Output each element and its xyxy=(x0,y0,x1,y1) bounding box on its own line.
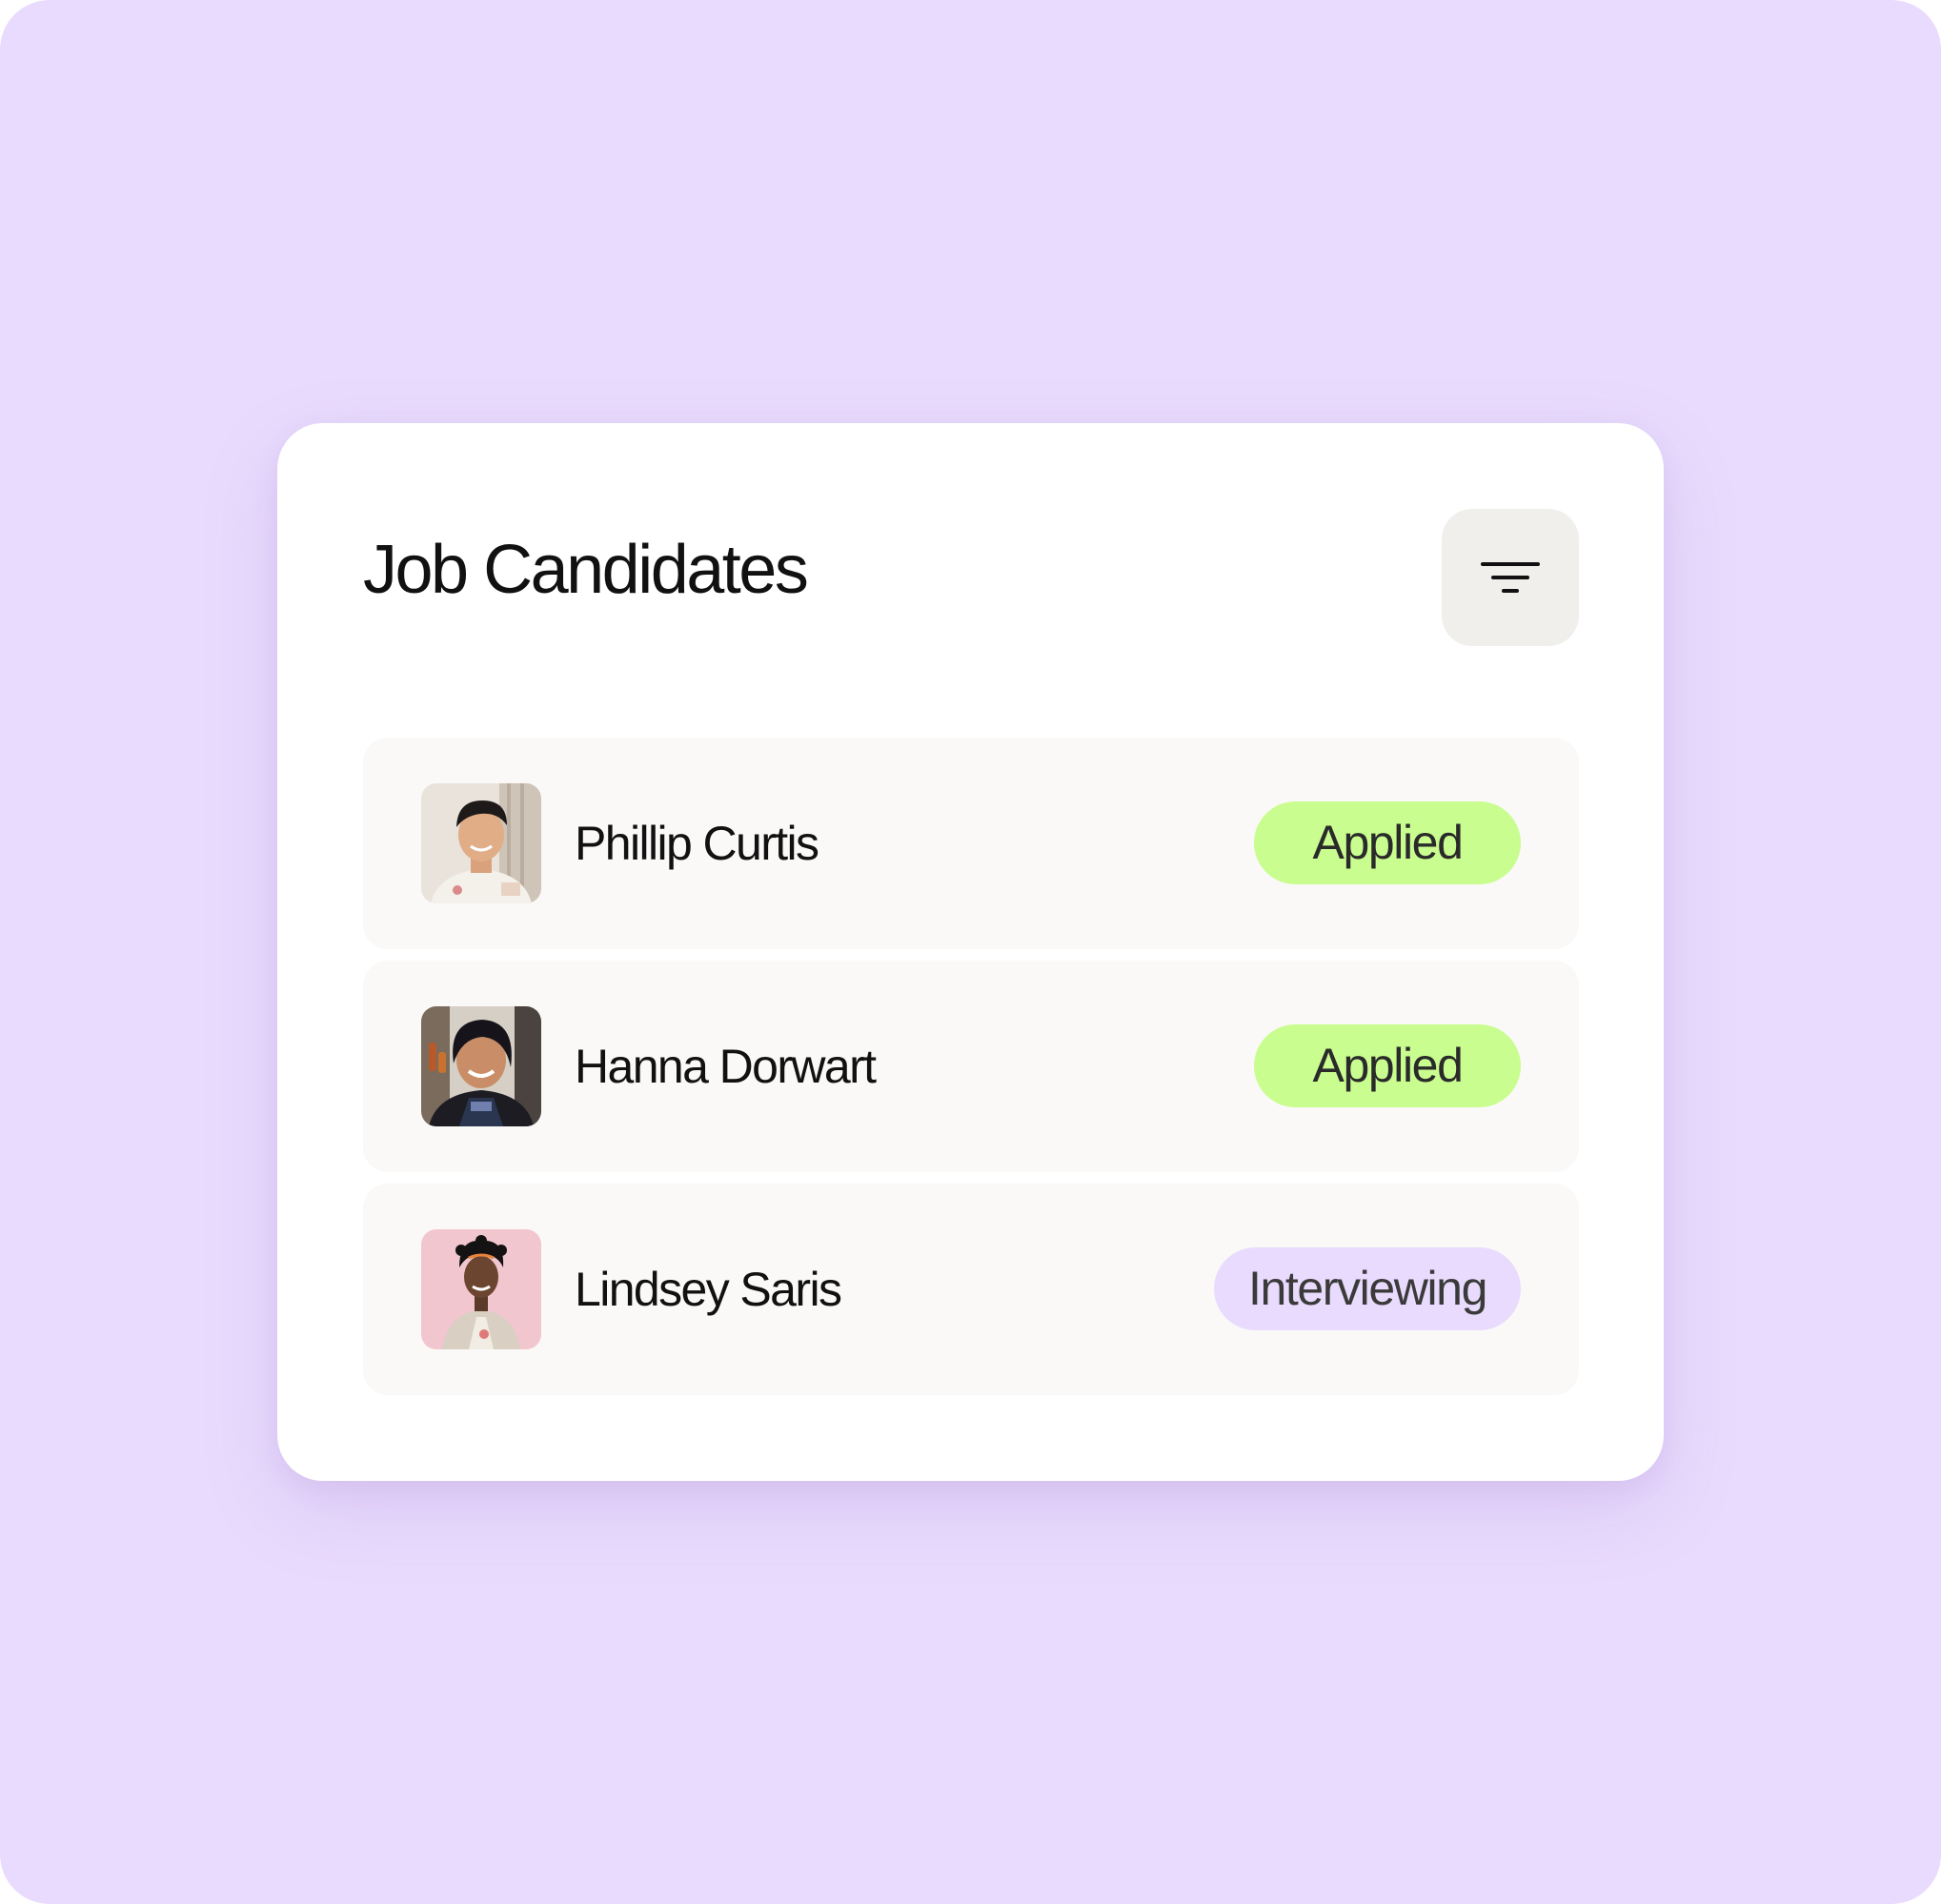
avatar xyxy=(421,1229,541,1349)
candidate-name: Lindsey Saris xyxy=(575,1263,842,1316)
candidate-row[interactable]: Phillip Curtis Applied xyxy=(363,738,1579,949)
candidate-name: Hanna Dorwart xyxy=(575,1040,877,1093)
status-badge: Applied xyxy=(1254,801,1521,884)
candidates-card: Job Candidates Phillip Curtis Applied Ha… xyxy=(277,423,1664,1481)
status-badge: Applied xyxy=(1254,1024,1521,1107)
candidate-row[interactable]: Lindsey Saris Interviewing xyxy=(363,1184,1579,1395)
candidate-list: Phillip Curtis Applied Hanna Dorwart App… xyxy=(363,738,1579,1407)
candidate-name: Phillip Curtis xyxy=(575,817,819,870)
candidate-row[interactable]: Hanna Dorwart Applied xyxy=(363,961,1579,1172)
filter-button[interactable] xyxy=(1442,509,1579,646)
card-title: Job Candidates xyxy=(363,532,809,608)
filter-icon xyxy=(1481,562,1540,593)
avatar xyxy=(421,783,541,903)
status-badge: Interviewing xyxy=(1214,1247,1521,1330)
avatar xyxy=(421,1006,541,1126)
